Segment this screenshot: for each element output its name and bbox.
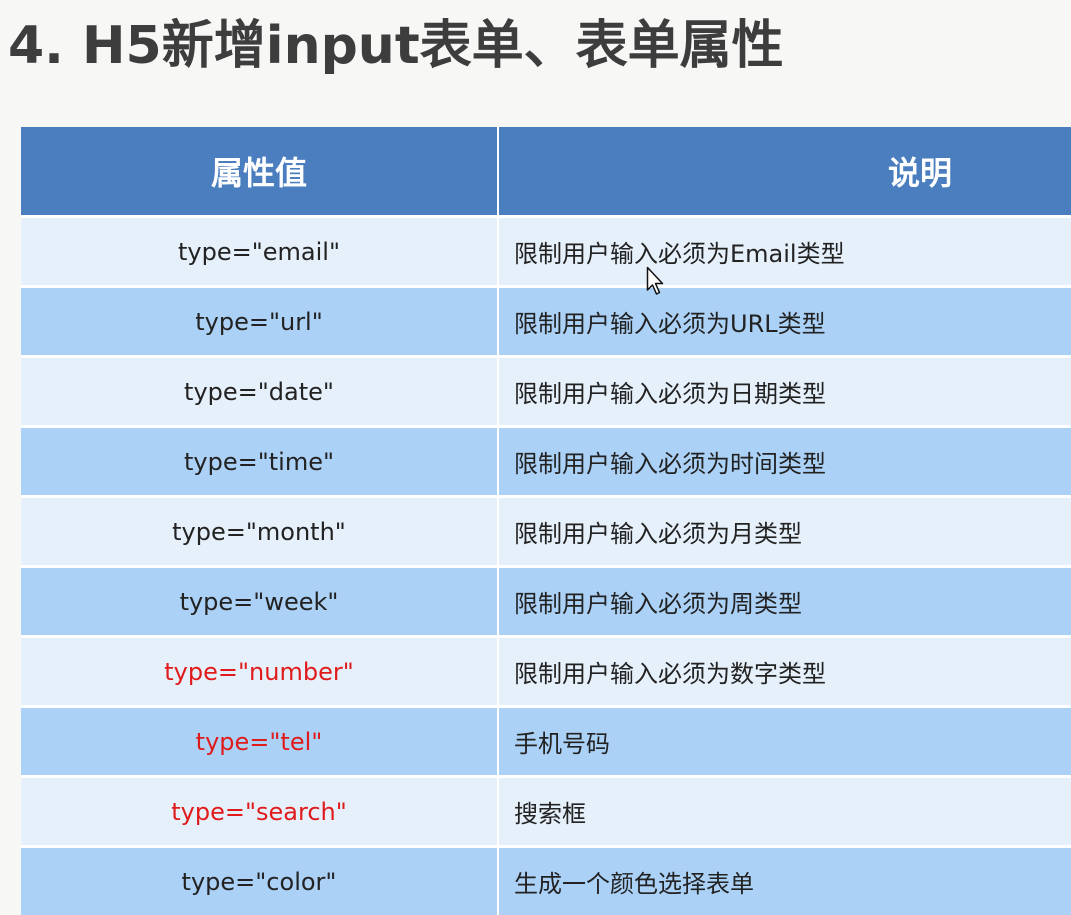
header-attribute-value: 属性值	[21, 127, 498, 217]
attribute-value-cell: type="email"	[21, 217, 498, 287]
description-cell: 限制用户输入必须为数字类型	[498, 637, 1071, 707]
attributes-table-container: 属性值 说明 type="email"限制用户输入必须为Email类型type=…	[21, 127, 1071, 915]
attribute-value-cell: type="tel"	[21, 707, 498, 777]
header-attribute-value-label: 属性值	[211, 154, 307, 192]
attribute-value-cell: type="number"	[21, 637, 498, 707]
description-cell: 生成一个颜色选择表单	[498, 847, 1071, 915]
attribute-value-cell: type="month"	[21, 497, 498, 567]
table-row: type="week"限制用户输入必须为周类型	[21, 567, 1071, 637]
table-row: type="number"限制用户输入必须为数字类型	[21, 637, 1071, 707]
attribute-value-cell: type="color"	[21, 847, 498, 915]
input-types-table: 属性值 说明 type="email"限制用户输入必须为Email类型type=…	[21, 127, 1071, 915]
mouse-pointer-icon	[646, 266, 664, 296]
table-row: type="date"限制用户输入必须为日期类型	[21, 357, 1071, 427]
description-cell: 限制用户输入必须为Email类型	[498, 217, 1071, 287]
table-row: type="color"生成一个颜色选择表单	[21, 847, 1071, 915]
slide-title: 4. H5新增input表单、表单属性	[8, 14, 784, 78]
description-cell: 限制用户输入必须为周类型	[498, 567, 1071, 637]
attribute-value-cell: type="search"	[21, 777, 498, 847]
attribute-value-cell: type="date"	[21, 357, 498, 427]
table-row: type="search"搜索框	[21, 777, 1071, 847]
attribute-value-cell: type="time"	[21, 427, 498, 497]
header-description-label: 说明	[888, 148, 952, 194]
description-cell: 限制用户输入必须为月类型	[498, 497, 1071, 567]
table-row: type="month"限制用户输入必须为月类型	[21, 497, 1071, 567]
description-cell: 限制用户输入必须为URL类型	[498, 287, 1071, 357]
description-cell: 手机号码	[498, 707, 1071, 777]
table-row: type="email"限制用户输入必须为Email类型	[21, 217, 1071, 287]
table-row: type="time"限制用户输入必须为时间类型	[21, 427, 1071, 497]
attribute-value-cell: type="url"	[21, 287, 498, 357]
description-cell: 限制用户输入必须为时间类型	[498, 427, 1071, 497]
table-row: type="url"限制用户输入必须为URL类型	[21, 287, 1071, 357]
table-body: type="email"限制用户输入必须为Email类型type="url"限制…	[21, 217, 1071, 915]
attribute-value-cell: type="week"	[21, 567, 498, 637]
table-row: type="tel"手机号码	[21, 707, 1071, 777]
description-cell: 限制用户输入必须为日期类型	[498, 357, 1071, 427]
table-header-row: 属性值 说明	[21, 127, 1071, 217]
description-cell: 搜索框	[498, 777, 1071, 847]
header-description: 说明	[498, 127, 1071, 217]
